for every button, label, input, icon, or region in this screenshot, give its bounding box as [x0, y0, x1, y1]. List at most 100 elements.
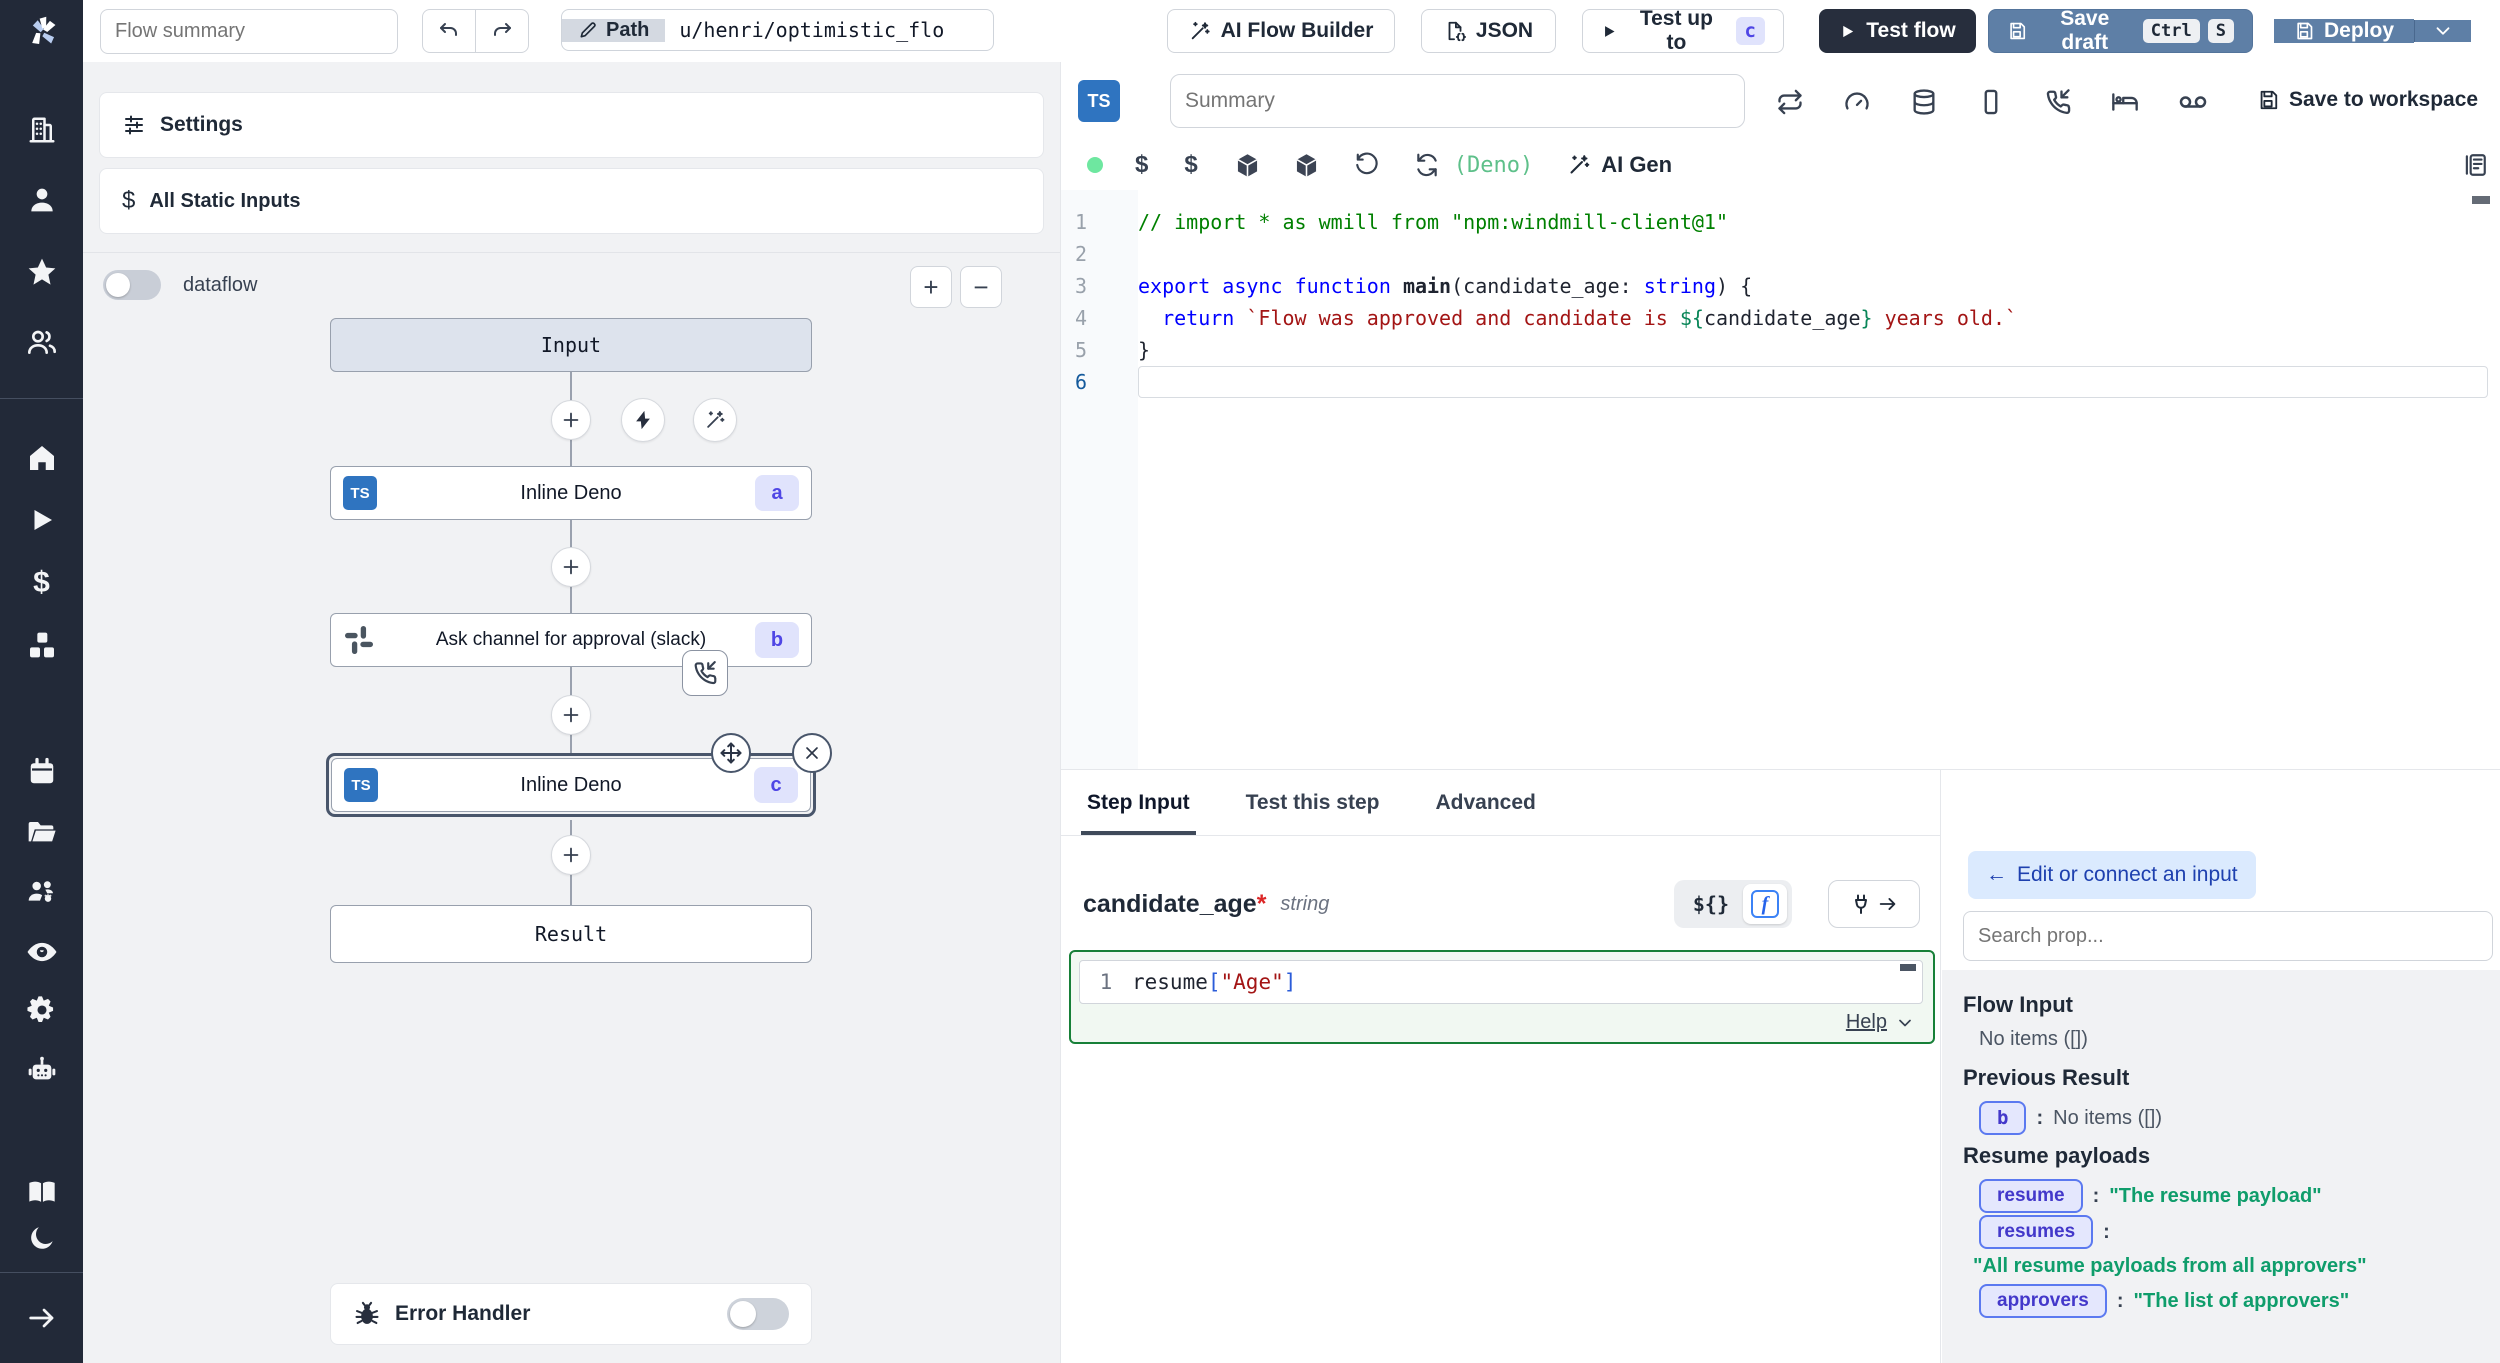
- retry-repeat-icon[interactable]: [1776, 88, 1804, 116]
- code-line[interactable]: 1// import * as wmill from "npm:windmill…: [1061, 206, 2500, 238]
- add-step-button[interactable]: [551, 547, 591, 587]
- ai-bot-icon[interactable]: [26, 1054, 58, 1086]
- test-up-to-button[interactable]: Test up to c: [1582, 9, 1784, 53]
- deploy-button[interactable]: Deploy: [2274, 19, 2414, 43]
- zoom-in-button[interactable]: +: [910, 266, 952, 308]
- windmill-logo-icon[interactable]: [23, 12, 61, 50]
- workspace-building-icon[interactable]: [27, 115, 57, 145]
- sidebar-divider: [0, 1272, 83, 1273]
- home-icon[interactable]: [26, 442, 58, 474]
- code-editor[interactable]: 1// import * as wmill from "npm:windmill…: [1061, 190, 2500, 770]
- connect-input-plug-button[interactable]: [1828, 880, 1920, 928]
- move-step-handle[interactable]: [711, 733, 751, 773]
- prop-badge-resumes[interactable]: resumes: [1979, 1215, 2093, 1249]
- save-draft-button[interactable]: Save draft Ctrl S: [1988, 9, 2253, 53]
- edit-or-connect-button[interactable]: ← Edit or connect an input: [1968, 851, 2256, 899]
- search-prop-input[interactable]: [1963, 911, 2493, 961]
- deploy-options-chevron[interactable]: [2414, 20, 2471, 42]
- code-line[interactable]: 5}: [1061, 334, 2500, 366]
- error-handler-toggle[interactable]: [727, 1298, 789, 1330]
- mock-voicemail-icon[interactable]: [2178, 87, 2208, 117]
- cache-database-icon[interactable]: [1910, 88, 1938, 116]
- code-line[interactable]: 4 return `Flow was approved and candidat…: [1061, 302, 2500, 334]
- template-expr-toggle[interactable]: ${}: [1679, 892, 1743, 916]
- reload-refresh-icon[interactable]: [1414, 152, 1440, 178]
- step-summary-input[interactable]: [1170, 74, 1745, 128]
- expression-input[interactable]: 1 resume["Age"]: [1079, 960, 1923, 1004]
- add-trigger-bolt-button[interactable]: [621, 398, 665, 442]
- path-value[interactable]: u/henri/optimistic_flo: [665, 18, 993, 42]
- delete-step-close-icon[interactable]: [792, 733, 832, 773]
- dollar-icon: $: [122, 187, 135, 215]
- resources-boxes-icon[interactable]: [26, 630, 58, 662]
- audit-eye-icon[interactable]: [25, 935, 59, 969]
- folders-icon[interactable]: [26, 816, 58, 848]
- flow-settings-card[interactable]: Settings: [99, 92, 1044, 158]
- flow-summary-input[interactable]: [100, 9, 398, 54]
- field-row: candidate_age* string ${} f: [1083, 880, 1920, 928]
- variables-dollar-icon[interactable]: $: [33, 566, 50, 600]
- error-handler-card[interactable]: Error Handler: [330, 1283, 812, 1345]
- runs-play-icon[interactable]: [27, 505, 57, 535]
- add-step-button[interactable]: [551, 835, 591, 875]
- save-to-workspace-button[interactable]: Save to workspace: [2257, 88, 2478, 112]
- schedules-calendar-icon[interactable]: [27, 757, 57, 787]
- code-line[interactable]: 3export async function main(candidate_ag…: [1061, 270, 2500, 302]
- runtime-label[interactable]: (Deno): [1454, 153, 1533, 178]
- resource-picker-icon[interactable]: $: [1184, 151, 1197, 179]
- tab-test-this-step[interactable]: Test this step: [1246, 770, 1380, 835]
- reset-history-icon[interactable]: [1354, 152, 1380, 178]
- dark-mode-moon-icon[interactable]: [27, 1223, 57, 1253]
- docs-book-icon[interactable]: [26, 1176, 58, 1208]
- suspend-approval-phone-icon[interactable]: [682, 650, 728, 696]
- help-link[interactable]: Help: [1846, 1011, 1915, 1034]
- user-icon[interactable]: [26, 184, 58, 216]
- function-expr-toggle[interactable]: f: [1743, 884, 1787, 924]
- flow-input-empty: No items ([]): [1979, 1028, 2500, 1051]
- redo-button[interactable]: [475, 10, 528, 52]
- package-icon[interactable]: [1234, 152, 1261, 179]
- suspend-phone-incoming-icon[interactable]: [2044, 88, 2072, 116]
- flow-node-b[interactable]: Ask channel for approval (slack) b: [330, 613, 812, 667]
- star-icon[interactable]: [26, 256, 58, 288]
- tab-step-input[interactable]: Step Input: [1087, 770, 1190, 835]
- add-step-button[interactable]: [551, 695, 591, 735]
- flow-node-result[interactable]: Result: [330, 905, 812, 963]
- flow-node-input[interactable]: Input: [330, 318, 812, 372]
- scrollbar-marker[interactable]: [2472, 196, 2490, 204]
- settings-gear-icon[interactable]: [26, 994, 58, 1026]
- prop-badge-resume[interactable]: resume: [1979, 1179, 2083, 1213]
- path-edit-button[interactable]: Path: [562, 19, 665, 42]
- code-line[interactable]: 2: [1061, 238, 2500, 270]
- back-arrow-icon: ←: [1986, 863, 2007, 887]
- library-panel-icon[interactable]: [2462, 152, 2488, 178]
- dataflow-toggle[interactable]: [103, 270, 161, 300]
- flow-node-a[interactable]: TS Inline Deno a: [330, 466, 812, 520]
- zoom-out-button[interactable]: −: [960, 266, 1002, 308]
- early-stop-gauge-icon[interactable]: [1843, 88, 1871, 116]
- tab-advanced[interactable]: Advanced: [1435, 770, 1535, 835]
- package-icon[interactable]: [1293, 152, 1320, 179]
- undo-button[interactable]: [423, 10, 475, 52]
- ai-gen-button[interactable]: AI Gen: [1567, 152, 1672, 178]
- step-input-panel: candidate_age* string ${} f 1 resume["Ag…: [1061, 836, 1940, 1363]
- prop-badge-approvers[interactable]: approvers: [1979, 1284, 2107, 1318]
- add-step-button[interactable]: [551, 400, 591, 440]
- concurrency-mobile-icon[interactable]: [1977, 88, 2005, 116]
- all-static-inputs-card[interactable]: $ All Static Inputs: [99, 168, 1044, 234]
- test-flow-button[interactable]: Test flow: [1819, 9, 1976, 53]
- variable-picker-icon[interactable]: $: [1135, 151, 1148, 179]
- json-button[interactable]: JSON: [1421, 9, 1556, 53]
- topbar: Path u/henri/optimistic_flo AI Flow Buil…: [83, 0, 2500, 63]
- expand-arrow-right-icon[interactable]: [26, 1302, 58, 1334]
- sleep-bed-icon[interactable]: [2111, 88, 2139, 116]
- expression-editor[interactable]: 1 resume["Age"] Help: [1069, 950, 1935, 1044]
- ai-flow-builder-button[interactable]: AI Flow Builder: [1167, 9, 1395, 53]
- ai-suggest-wand-button[interactable]: [693, 398, 737, 442]
- prop-row: resumes :: [1979, 1215, 2500, 1249]
- groups-admin-icon[interactable]: [26, 876, 58, 908]
- users-icon[interactable]: [26, 326, 58, 358]
- deploy-split-button: Deploy: [2274, 9, 2471, 53]
- code-line[interactable]: 6: [1061, 366, 2500, 398]
- prop-badge-b[interactable]: b: [1979, 1101, 2026, 1135]
